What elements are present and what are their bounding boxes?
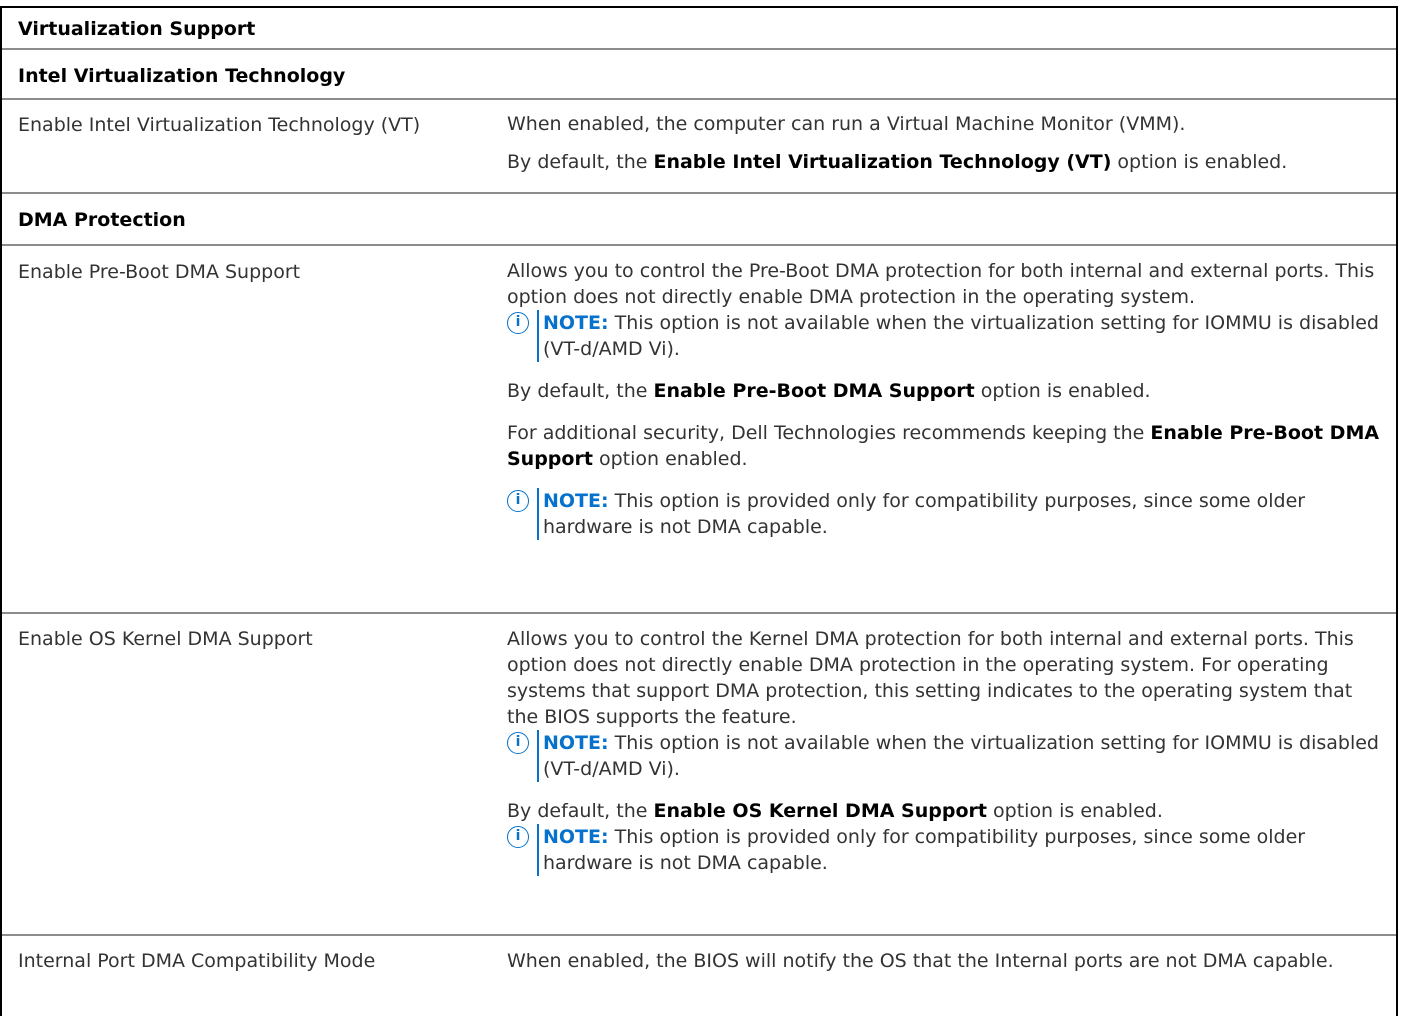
table-row: Enable Pre-Boot DMA Support Allows you t… — [2, 246, 1396, 614]
section-header-intel-vt: Intel Virtualization Technology — [2, 50, 1396, 100]
table-row: Internal Port DMA Compatibility Mode Whe… — [2, 936, 1396, 1026]
note-bar — [537, 488, 539, 540]
default-prefix: By default, the — [507, 151, 654, 173]
settings-table: Virtualization Support Intel Virtualizat… — [0, 6, 1398, 1016]
info-icon: i — [507, 312, 529, 334]
setting-name: Enable Pre-Boot DMA Support — [18, 261, 301, 283]
note-label: NOTE: — [543, 312, 609, 334]
recommendation-text: For additional security, Dell Technologi… — [507, 420, 1387, 472]
section-title: DMA Protection — [18, 209, 186, 231]
setting-description: Allows you to control the Pre-Boot DMA p… — [507, 258, 1387, 540]
note-label: NOTE: — [543, 490, 609, 512]
setting-description: Allows you to control the Kernel DMA pro… — [507, 626, 1387, 876]
default-prefix: By default, the — [507, 800, 654, 822]
note-callout: i NOTE: This option is provided only for… — [507, 824, 1387, 876]
default-text: By default, the Enable Pre-Boot DMA Supp… — [507, 378, 1387, 404]
note-text: This option is provided only for compati… — [543, 826, 1306, 874]
table-row: Enable Intel Virtualization Technology (… — [2, 100, 1396, 194]
default-option-name: Enable OS Kernel DMA Support — [653, 800, 987, 822]
section-title: Intel Virtualization Technology — [18, 65, 346, 87]
note-bar — [537, 310, 539, 362]
default-option-name: Enable Pre-Boot DMA Support — [653, 380, 975, 402]
section-header-dma: DMA Protection — [2, 194, 1396, 246]
table-title: Virtualization Support — [18, 18, 256, 40]
table-header: Virtualization Support — [2, 8, 1396, 50]
setting-description: When enabled, the BIOS will notify the O… — [507, 948, 1387, 974]
setting-name: Internal Port DMA Compatibility Mode — [18, 950, 376, 972]
description-text: Allows you to control the Kernel DMA pro… — [507, 628, 1354, 728]
default-text: By default, the Enable OS Kernel DMA Sup… — [507, 798, 1387, 824]
info-icon: i — [507, 732, 529, 754]
setting-description: When enabled, the computer can run a Vir… — [507, 111, 1387, 175]
description-text: When enabled, the computer can run a Vir… — [507, 113, 1186, 135]
description-text: When enabled, the BIOS will notify the O… — [507, 950, 1334, 972]
default-text: By default, the Enable Intel Virtualizat… — [507, 149, 1387, 175]
description-text: Allows you to control the Pre-Boot DMA p… — [507, 260, 1375, 308]
default-prefix: By default, the — [507, 380, 654, 402]
recommendation-suffix: option enabled. — [592, 448, 748, 470]
default-option-name: Enable Intel Virtualization Technology (… — [653, 151, 1112, 173]
info-icon: i — [507, 826, 529, 848]
default-suffix: option is enabled. — [1111, 151, 1288, 173]
note-callout: i NOTE: This option is not available whe… — [507, 310, 1387, 362]
note-text: This option is not available when the vi… — [543, 732, 1379, 780]
setting-name: Enable Intel Virtualization Technology (… — [18, 114, 421, 136]
info-icon: i — [507, 490, 529, 512]
note-callout: i NOTE: This option is provided only for… — [507, 488, 1387, 540]
note-text: This option is provided only for compati… — [543, 490, 1306, 538]
note-text: This option is not available when the vi… — [543, 312, 1379, 360]
note-label: NOTE: — [543, 732, 609, 754]
default-suffix: option is enabled. — [986, 800, 1163, 822]
note-bar — [537, 730, 539, 782]
note-callout: i NOTE: This option is not available whe… — [507, 730, 1387, 782]
recommendation-prefix: For additional security, Dell Technologi… — [507, 422, 1151, 444]
setting-name: Enable OS Kernel DMA Support — [18, 628, 313, 650]
default-suffix: option is enabled. — [974, 380, 1151, 402]
table-row: Enable OS Kernel DMA Support Allows you … — [2, 614, 1396, 936]
note-label: NOTE: — [543, 826, 609, 848]
note-bar — [537, 824, 539, 876]
